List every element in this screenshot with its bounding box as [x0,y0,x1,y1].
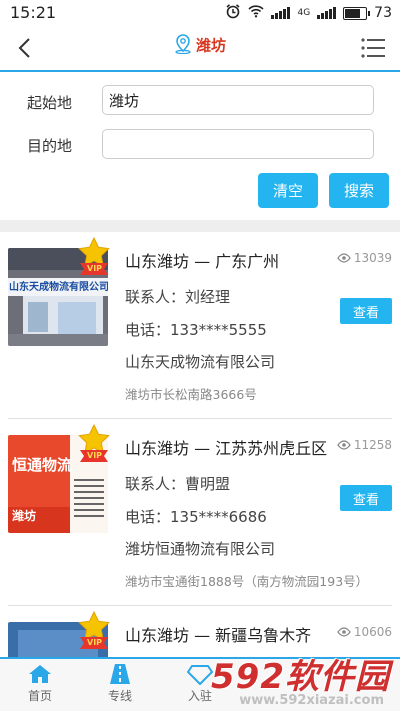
route-title[interactable]: 山东潍坊 — 广东广州 [125,248,279,272]
watermark: 592软件园 www.592xiazai.com [190,649,400,711]
thumbnail-caption: 山东天成物流有限公司办 [9,282,108,293]
view-count-value: 13039 [353,251,392,265]
battery-level [345,8,360,18]
destination-input[interactable] [102,129,374,159]
view-count: 11258 [337,438,392,452]
watermark-url: www.592xiazai.com [239,693,384,708]
section-divider [0,220,400,232]
search-button[interactable]: 搜索 [329,173,389,208]
alarm-icon [225,3,241,23]
vip-badge: VIP [76,236,112,278]
status-bar: 15:21 4G 73 [0,0,400,26]
route-title[interactable]: 山东潍坊 — 新疆乌鲁木齐 [125,622,311,646]
home-icon [29,665,51,683]
vip-badge: VIP [76,423,112,465]
list-menu-icon [361,38,385,58]
list-item[interactable]: 山东天成物流有限公司办 VIP 山东潍坊 — 广东广州 13039 联系人：刘经… [0,232,400,418]
eye-icon [337,627,351,637]
status-icons: 4G 73 [225,3,392,23]
thumbnail-city: 潍坊 [12,509,37,523]
page-title: 潍坊 [0,34,400,58]
status-time: 15:21 [10,3,57,22]
location-pin-icon [174,34,192,58]
vip-label: VIP [87,451,103,460]
signal-icon-2 [317,7,337,19]
eye-icon [337,440,351,450]
company-address: 潍坊市长松南路3666号 [125,387,257,402]
view-count: 10606 [337,625,392,639]
origin-input[interactable] [102,85,374,115]
phone-number: 电话：133****5555 [125,321,267,339]
vip-badge: VIP [76,610,112,652]
clear-button[interactable]: 清空 [258,173,318,208]
tab-routes-label: 专线 [107,689,132,703]
eye-icon [337,253,351,263]
road-icon [110,664,130,684]
search-panel: 起始地 目的地 清空 搜索 [0,72,400,220]
tab-home[interactable]: 首页 [0,663,80,704]
destination-label: 目的地 [27,137,73,155]
menu-button[interactable] [360,37,386,59]
signal-icon [271,7,291,19]
battery-icon [343,6,371,20]
phone-number: 电话：135****6686 [125,508,267,526]
view-button[interactable]: 查看 [340,298,392,324]
view-count-value: 10606 [353,625,392,639]
route-title[interactable]: 山东潍坊 — 江苏苏州虎丘区 [125,435,327,459]
navigation-bar: 潍坊 [0,26,400,72]
view-button[interactable]: 查看 [340,485,392,511]
network-type: 4G [297,7,311,18]
view-count-value: 11258 [353,438,392,452]
vip-label: VIP [87,638,103,647]
tab-home-label: 首页 [27,689,52,703]
contact-person: 联系人：刘经理 [125,288,231,306]
company-address: 潍坊市宝通街1888号（南方物流园193号） [125,574,369,589]
list-item[interactable]: 恒通物流 潍坊 VIP 山东潍坊 — 江苏苏州虎丘区 11258 联系人：曹明盟… [0,419,400,605]
tab-routes[interactable]: 专线 [80,663,160,704]
contact-person: 联系人：曹明盟 [125,475,231,493]
wifi-icon [248,4,265,22]
company-name: 山东天成物流有限公司 [125,353,276,371]
page-title-text: 潍坊 [195,36,226,55]
thumbnail-caption: 恒通物流 [12,456,73,474]
company-name: 潍坊恒通物流有限公司 [125,540,276,558]
battery-percent: 73 [374,5,392,21]
origin-label: 起始地 [27,94,73,112]
view-count: 13039 [337,251,392,265]
vip-label: VIP [87,264,103,273]
watermark-brand: 592软件园 [211,657,390,697]
